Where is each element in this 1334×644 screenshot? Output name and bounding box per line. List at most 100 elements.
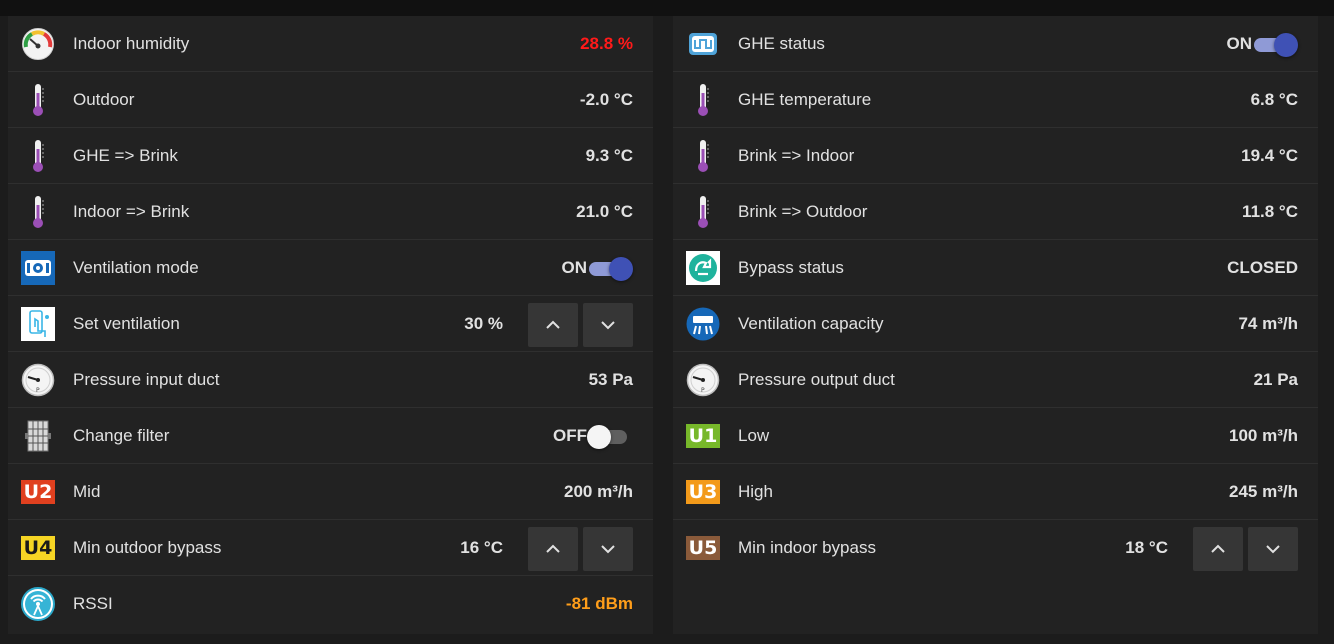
increase-button[interactable] <box>528 527 578 571</box>
ventilation-unit-icon <box>21 251 55 285</box>
entity-value: -81 dBm <box>565 594 633 613</box>
u5-badge: U5 <box>686 536 720 560</box>
row-ghe-temperature[interactable]: GHE temperature 6.8 °C <box>673 72 1318 128</box>
change-filter-toggle[interactable] <box>587 425 633 449</box>
entity-label: Low <box>738 426 770 445</box>
entity-label: Outdoor <box>73 90 135 109</box>
pressure-gauge-icon: P <box>21 363 55 397</box>
row-ventilation-capacity[interactable]: Ventilation capacity 74 m³/h <box>673 296 1318 352</box>
entity-value: 53 Pa <box>588 370 633 389</box>
increase-button[interactable] <box>1193 527 1243 571</box>
entity-value: 245 m³/h <box>1229 482 1298 501</box>
entity-label: Indoor humidity <box>73 34 190 53</box>
decrease-button[interactable] <box>583 527 633 571</box>
entity-label: Brink => Indoor <box>738 146 855 165</box>
row-min-indoor-bypass[interactable]: U5 Min indoor bypass 18 °C <box>673 520 1318 576</box>
row-indoor-brink[interactable]: Indoor => Brink 21.0 °C <box>8 184 653 240</box>
entity-label: RSSI <box>73 594 113 613</box>
entity-value: 21 Pa <box>1253 370 1298 389</box>
increase-button[interactable] <box>528 303 578 347</box>
entity-label: Pressure input duct <box>73 370 220 389</box>
toggle-state-text: ON <box>1226 34 1253 53</box>
pressure-gauge-icon: P <box>686 363 720 397</box>
decrease-button[interactable] <box>1248 527 1298 571</box>
thermometer-icon <box>21 83 55 117</box>
row-pressure-output-duct[interactable]: P Pressure output duct 21 Pa <box>673 352 1318 408</box>
bypass-icon <box>686 251 720 285</box>
u5-icon: U5 <box>686 531 720 565</box>
ventilation-mode-toggle[interactable] <box>587 257 633 281</box>
u3-badge: U3 <box>686 480 720 504</box>
thermometer-icon <box>686 139 720 173</box>
row-high[interactable]: U3 High 245 m³/h <box>673 464 1318 520</box>
entity-label: GHE temperature <box>738 90 872 109</box>
row-ghe-status[interactable]: GHE status ON <box>673 16 1318 72</box>
row-bypass-status[interactable]: Bypass status CLOSED <box>673 240 1318 296</box>
right-entities-card: GHE status ON GHE temperature 6.8 °C Bri… <box>673 16 1318 634</box>
set-ventilation-icon <box>21 307 55 341</box>
toggle-state-text: ON <box>561 258 588 277</box>
toggle-knob <box>1274 33 1298 57</box>
row-ventilation-mode[interactable]: Ventilation mode ON <box>8 240 653 296</box>
u4-icon: U4 <box>21 531 55 565</box>
chevron-up-icon <box>546 320 560 329</box>
entity-value: 74 m³/h <box>1238 314 1298 333</box>
entity-label: Bypass status <box>738 258 844 277</box>
row-brink-outdoor[interactable]: Brink => Outdoor 11.8 °C <box>673 184 1318 240</box>
row-change-filter[interactable]: Change filter OFF <box>8 408 653 464</box>
svg-text:P: P <box>36 387 40 394</box>
row-pressure-input-duct[interactable]: P Pressure input duct 53 Pa <box>8 352 653 408</box>
entity-value: -2.0 °C <box>579 90 633 109</box>
filter-icon <box>21 419 55 453</box>
entity-value: 16 °C <box>460 538 503 557</box>
chevron-down-icon <box>1266 545 1280 554</box>
row-mid[interactable]: U2 Mid 200 m³/h <box>8 464 653 520</box>
decrease-button[interactable] <box>583 303 633 347</box>
thermometer-icon <box>21 195 55 229</box>
entity-value: 18 °C <box>1125 538 1168 557</box>
entity-label: High <box>738 482 773 501</box>
entity-label: Pressure output duct <box>738 370 895 389</box>
entity-label: Indoor => Brink <box>73 202 190 221</box>
row-set-ventilation[interactable]: Set ventilation 30 % <box>8 296 653 352</box>
entity-label: Mid <box>73 482 101 501</box>
fan-capacity-icon <box>686 307 720 341</box>
entity-value: 200 m³/h <box>564 482 633 501</box>
entity-label: Brink => Outdoor <box>738 202 868 221</box>
left-entities-card: Indoor humidity 28.8 % Outdoor -2.0 °C G… <box>8 16 653 634</box>
top-bar <box>0 0 1334 16</box>
row-outdoor[interactable]: Outdoor -2.0 °C <box>8 72 653 128</box>
entity-value: 28.8 % <box>580 34 633 53</box>
u1-badge: U1 <box>686 424 720 448</box>
u2-badge: U2 <box>21 480 55 504</box>
humidity-gauge-icon <box>21 27 55 61</box>
entity-value: 6.8 °C <box>1250 90 1298 109</box>
entity-value: 100 m³/h <box>1229 426 1298 445</box>
svg-text:P: P <box>701 387 705 394</box>
row-indoor-humidity[interactable]: Indoor humidity 28.8 % <box>8 16 653 72</box>
row-min-outdoor-bypass[interactable]: U4 Min outdoor bypass 16 °C <box>8 520 653 576</box>
entity-value: 30 % <box>464 314 503 333</box>
wifi-signal-icon <box>21 587 55 621</box>
entity-value: 21.0 °C <box>576 202 633 221</box>
entity-value: 11.8 °C <box>1242 202 1298 221</box>
u1-icon: U1 <box>686 419 720 453</box>
u4-badge: U4 <box>21 536 55 560</box>
row-rssi[interactable]: RSSI -81 dBm <box>8 576 653 632</box>
entity-label: Change filter <box>73 426 170 445</box>
row-brink-indoor[interactable]: Brink => Indoor 19.4 °C <box>673 128 1318 184</box>
entity-value: 19.4 °C <box>1241 146 1298 165</box>
toggle-knob <box>609 257 633 281</box>
chevron-down-icon <box>601 545 615 554</box>
row-low[interactable]: U1 Low 100 m³/h <box>673 408 1318 464</box>
entity-label: Ventilation capacity <box>738 314 884 333</box>
chevron-up-icon <box>546 544 560 553</box>
entity-label: Ventilation mode <box>73 258 199 277</box>
toggle-knob <box>587 425 611 449</box>
entity-label: GHE status <box>738 34 825 53</box>
chevron-down-icon <box>601 321 615 330</box>
ghe-status-toggle[interactable] <box>1252 33 1298 57</box>
u3-icon: U3 <box>686 475 720 509</box>
row-ghe-brink[interactable]: GHE => Brink 9.3 °C <box>8 128 653 184</box>
thermometer-icon <box>686 195 720 229</box>
